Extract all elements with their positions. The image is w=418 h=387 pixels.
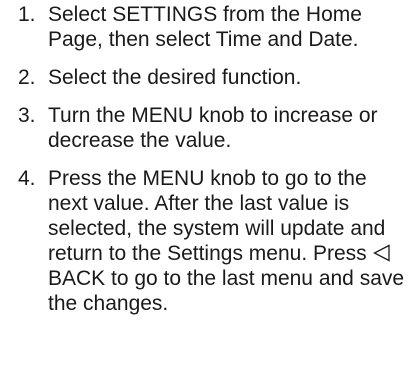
step-text-after: BACK to go to the last menu and save the… [48,267,405,315]
step-3: 3. Turn the MENU knob to increase or dec… [0,103,418,153]
step-text: Select the desired function. [48,66,302,89]
back-triangle-icon [372,244,391,262]
step-4: 4. Press the MENU knob to go to the next… [0,166,418,316]
step-1: 1. Select SETTINGS from the Home Page, t… [0,2,418,52]
instruction-steps: 1. Select SETTINGS from the Home Page, t… [0,0,418,316]
step-2: 2. Select the desired function. [0,65,418,90]
step-text: Select SETTINGS from the Home Page, then… [48,3,362,51]
step-number: 1. [18,3,36,26]
step-number: 4. [18,167,36,190]
step-number: 2. [18,66,36,89]
step-text-before: Press the MENU knob to go to the next va… [48,167,386,265]
step-text: Turn the MENU knob to increase or decrea… [48,104,378,152]
step-number: 3. [18,104,36,127]
